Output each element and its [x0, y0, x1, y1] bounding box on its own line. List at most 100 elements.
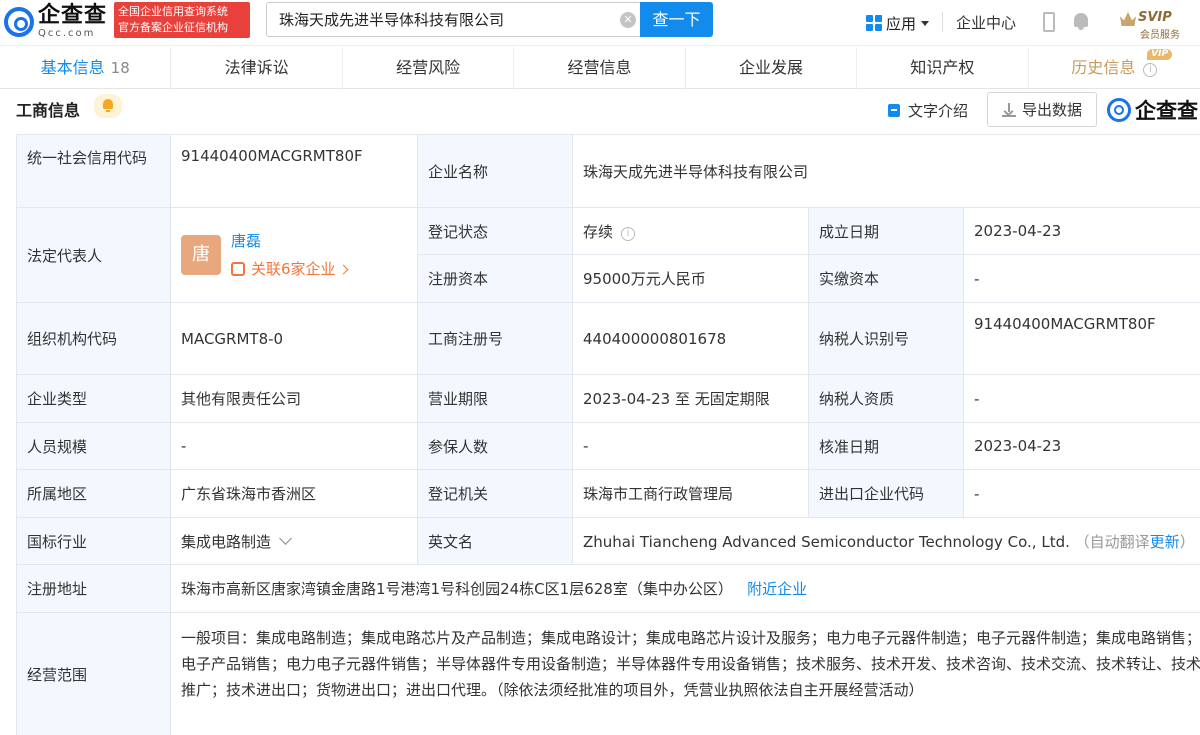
industry-label: 国标行业	[16, 517, 171, 565]
tab-business-risk[interactable]: 经营风险	[343, 47, 515, 89]
tax-id-label: 纳税人识别号	[808, 302, 964, 375]
company-type-value: 其他有限责任公司	[170, 374, 418, 423]
text-intro-toggle[interactable]: 文字介绍	[888, 100, 968, 121]
section-title: 工商信息	[16, 101, 81, 120]
address-label: 注册地址	[16, 564, 171, 613]
paid-capital-value: -	[962, 254, 1200, 303]
svip-label: SVIP	[1138, 10, 1172, 25]
tab-label: 历史信息	[1071, 58, 1136, 77]
company-type-label: 企业类型	[16, 374, 171, 423]
grid-icon	[866, 15, 882, 31]
english-name-label: 英文名	[417, 517, 573, 565]
caret-down-icon	[921, 20, 930, 26]
document-icon	[888, 104, 900, 117]
chevron-down-icon[interactable]	[279, 531, 292, 545]
legal-rep-name-link[interactable]: 唐磊	[231, 227, 347, 255]
tab-basic-info[interactable]: 基本信息 18	[0, 47, 172, 89]
download-icon	[1001, 102, 1016, 117]
svip-button[interactable]: SVIP 会员服务	[1116, 6, 1196, 41]
qcc-watermark: 企查查	[1107, 95, 1198, 125]
qcc-logo-icon	[4, 7, 34, 37]
business-info-table: 统一社会信用代码 91440400MACGRMT80F 企业名称 珠海天成先进半…	[16, 134, 1200, 735]
reg-capital-value: 95000万元人民币	[572, 254, 809, 303]
paid-capital-label: 实缴资本	[808, 254, 964, 303]
insured-label: 参保人数	[417, 422, 573, 470]
company-center-link[interactable]: 企业中心	[956, 12, 1016, 33]
credit-code-label: 统一社会信用代码	[16, 134, 171, 208]
auto-translate-note: （自动翻译	[1074, 532, 1150, 551]
tab-intellectual-property[interactable]: 知识产权	[857, 47, 1029, 89]
credit-code-value: 91440400MACGRMT80F	[170, 134, 418, 208]
search-button[interactable]: 查一下	[640, 2, 713, 37]
biz-reg-no-value: 440400000801678	[572, 302, 809, 375]
qcc-logo[interactable]: 企查查 Qcc.com	[4, 2, 114, 42]
reg-capital-label: 注册资本	[417, 254, 573, 303]
company-name-value: 珠海天成先进半导体科技有限公司	[571, 134, 1200, 208]
nearby-companies-link[interactable]: 附近企业	[747, 580, 807, 598]
network-icon	[231, 262, 245, 276]
watermark-text: 企查查	[1135, 99, 1198, 123]
export-data-button[interactable]: 导出数据	[987, 92, 1097, 127]
reg-status-label: 登记状态	[417, 207, 573, 255]
tax-qual-label: 纳税人资质	[808, 374, 964, 423]
approval-date-label: 核准日期	[808, 422, 964, 470]
official-badge-line2: 官方备案企业征信机构	[118, 21, 228, 34]
import-export-value: -	[962, 469, 1200, 518]
header-divider	[942, 12, 943, 32]
info-icon[interactable]: i	[621, 226, 636, 241]
staff-size-label: 人员规模	[16, 422, 171, 470]
tax-id-value: 91440400MACGRMT80F	[962, 302, 1200, 375]
update-link[interactable]: 更新	[1150, 533, 1180, 551]
est-date-label: 成立日期	[808, 207, 964, 255]
scope-value: 一般项目：集成电路制造；集成电路芯片及产品制造；集成电路设计；集成电路芯片设计及…	[169, 612, 1200, 735]
related-companies-link[interactable]: 关联6家企业	[231, 255, 348, 283]
text-intro-label: 文字介绍	[908, 102, 969, 120]
tab-development[interactable]: 企业发展	[686, 47, 858, 89]
tab-label: 基本信息	[40, 58, 105, 77]
legal-rep-cell: 唐 唐磊 关联6家企业	[170, 207, 418, 303]
info-icon[interactable]: i	[1143, 63, 1158, 77]
reg-authority-label: 登记机关	[417, 469, 573, 518]
reg-status-cell: 存续 i	[572, 207, 809, 255]
qcc-logo-icon	[1107, 98, 1131, 122]
est-date-value: 2023-04-23	[962, 207, 1200, 255]
related-companies-label: 关联6家企业	[251, 260, 336, 278]
tab-count: 18	[110, 59, 130, 77]
notification-bell-icon[interactable]	[1072, 12, 1090, 31]
scope-label: 经营范围	[16, 612, 171, 735]
tab-business-info[interactable]: 经营信息	[514, 47, 686, 89]
tax-qual-value: -	[962, 374, 1200, 423]
company-name-label: 企业名称	[417, 134, 573, 208]
apps-menu[interactable]: 应用	[866, 11, 930, 35]
english-name-cell: Zhuhai Tiancheng Advanced Semiconductor …	[571, 517, 1200, 565]
approval-date-value: 2023-04-23	[962, 422, 1200, 470]
logo-text-en: Qcc.com	[38, 28, 96, 39]
search-box: ✕	[266, 2, 640, 37]
official-badge[interactable]: 全国企业信用查询系统 官方备案企业征信机构	[114, 2, 250, 38]
industry-cell[interactable]: 集成电路制造	[170, 517, 418, 565]
staff-size-value: -	[170, 422, 418, 470]
top-header: 企查查 Qcc.com 全国企业信用查询系统 官方备案企业征信机构 ✕ 查一下 …	[0, 0, 1200, 46]
logo-text-cn: 企查查	[38, 3, 108, 28]
import-export-label: 进出口企业代码	[808, 469, 964, 518]
main-tabs: 基本信息 18 法律诉讼 经营风险 经营信息 企业发展 知识产权 VIP 历史信息…	[0, 47, 1200, 89]
close-paren: ）	[1179, 532, 1195, 551]
search-input[interactable]	[279, 10, 609, 29]
svip-sub-label: 会员服务	[1140, 30, 1180, 41]
export-label: 导出数据	[1021, 101, 1082, 119]
address-cell: 珠海市高新区唐家湾镇金唐路1号港湾1号科创园24栋C区1层628室（集中办公区）…	[169, 564, 1200, 613]
crown-icon	[1120, 12, 1136, 26]
clear-icon[interactable]: ✕	[620, 12, 636, 28]
industry-value: 集成电路制造	[181, 532, 272, 551]
official-badge-line1: 全国企业信用查询系统	[118, 5, 228, 18]
subscribe-bell-icon[interactable]	[94, 94, 122, 118]
reg-status-value: 存续	[583, 222, 614, 241]
tab-history-info[interactable]: VIP 历史信息 i	[1029, 47, 1200, 89]
org-code-value: MACGRMT8-0	[170, 302, 418, 375]
biz-term-value: 2023-04-23 至 无固定期限	[572, 374, 809, 423]
avatar[interactable]: 唐	[181, 235, 221, 275]
tab-legal-litigation[interactable]: 法律诉讼	[171, 47, 343, 89]
mobile-phone-icon[interactable]	[1043, 12, 1055, 32]
chevron-right-icon	[338, 264, 348, 274]
biz-reg-no-label: 工商注册号	[417, 302, 573, 375]
